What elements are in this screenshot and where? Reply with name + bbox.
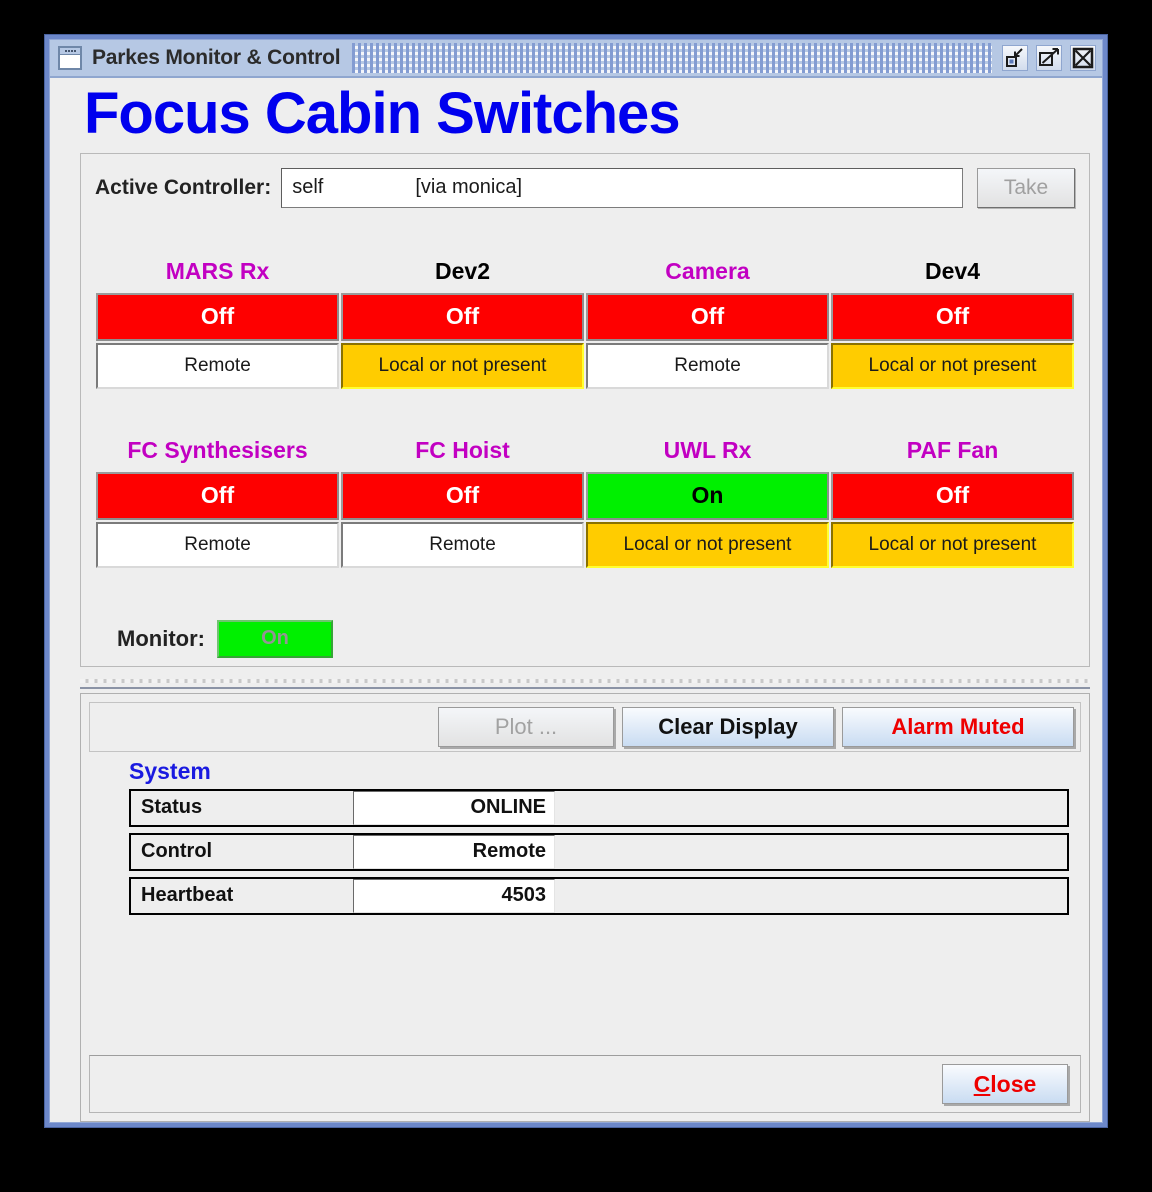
clear-display-button[interactable]: Clear Display xyxy=(622,706,834,747)
device-row-2-modes: Remote Remote Local or not present Local… xyxy=(95,520,1075,568)
system-heading: System xyxy=(129,757,211,784)
state-button-paf-fan[interactable]: Off xyxy=(831,471,1074,520)
footer-bar: Close xyxy=(89,1055,1081,1113)
switches-panel: Active Controller: self [via monica] Tak… xyxy=(80,152,1090,667)
alarm-muted-button[interactable]: Alarm Muted xyxy=(842,706,1074,747)
active-controller-via: [via monica] xyxy=(415,176,523,199)
device-row-1-states: Off Off Off Off xyxy=(95,292,1075,341)
device-name-fc-hoist: FC Hoist xyxy=(415,436,510,463)
system-key-heartbeat: Heartbeat xyxy=(141,884,234,907)
system-value-status: ONLINE xyxy=(353,790,555,825)
status-toolbar: Plot ... Clear Display Alarm Muted xyxy=(89,701,1081,752)
state-button-mars-rx[interactable]: Off xyxy=(96,292,339,341)
monitor-state-button[interactable]: On xyxy=(216,619,333,658)
system-key-status: Status xyxy=(141,796,203,819)
close-button[interactable]: Close xyxy=(942,1064,1068,1104)
system-key-control: Control xyxy=(141,840,213,863)
device-name-camera: Camera xyxy=(665,257,750,284)
page-title: Focus Cabin Switches xyxy=(84,81,681,146)
window-title: Parkes Monitor & Control xyxy=(92,46,341,69)
device-row-1-names: MARS Rx Dev2 Camera Dev4 xyxy=(95,258,1075,293)
monitor-row: Monitor: On xyxy=(117,619,1089,658)
mode-box-fc-hoist: Remote xyxy=(341,521,584,568)
system-row-filler xyxy=(555,879,1067,913)
split-pane-divider[interactable] xyxy=(80,674,1090,689)
system-value-heartbeat: 4503 xyxy=(353,878,555,913)
close-button-label: lose xyxy=(990,1070,1037,1097)
mode-box-camera: Remote xyxy=(586,342,829,389)
window-document-icon xyxy=(58,46,82,70)
mode-box-mars-rx: Remote xyxy=(96,342,339,389)
device-name-uwl-rx: UWL Rx xyxy=(663,436,752,463)
table-row: Heartbeat 4503 xyxy=(129,876,1069,915)
monitor-label: Monitor: xyxy=(117,625,205,651)
close-window-icon[interactable] xyxy=(1070,45,1096,71)
minimize-icon[interactable] xyxy=(1002,45,1028,71)
active-controller-label: Active Controller: xyxy=(95,175,272,199)
active-controller-field[interactable]: self [via monica] xyxy=(281,167,963,208)
close-button-mnemonic: C xyxy=(973,1070,991,1097)
active-controller-value: self xyxy=(292,176,324,199)
active-controller-row: Active Controller: self [via monica] Tak… xyxy=(81,154,1089,214)
device-name-dev2: Dev2 xyxy=(435,257,490,284)
mode-box-fc-synthesisers: Remote xyxy=(96,521,339,568)
title-bar: Parkes Monitor & Control xyxy=(50,40,1102,78)
mode-box-paf-fan: Local or not present xyxy=(831,521,1074,568)
system-row-filler xyxy=(555,791,1067,825)
device-name-dev4: Dev4 xyxy=(925,257,980,284)
title-bar-texture xyxy=(352,43,992,73)
state-button-uwl-rx[interactable]: On xyxy=(586,471,829,520)
state-button-camera[interactable]: Off xyxy=(586,292,829,341)
device-row-2-states: Off Off On Off xyxy=(95,471,1075,520)
plot-button[interactable]: Plot ... xyxy=(438,706,614,747)
device-row-2-names: FC Synthesisers FC Hoist UWL Rx PAF Fan xyxy=(95,437,1075,472)
state-button-dev4[interactable]: Off xyxy=(831,292,1074,341)
system-row-filler xyxy=(555,835,1067,869)
device-name-fc-synthesisers: FC Synthesisers xyxy=(127,436,308,463)
system-value-control: Remote xyxy=(353,834,555,869)
window-controls xyxy=(1002,45,1096,71)
table-row: Control Remote xyxy=(129,832,1069,871)
mode-box-uwl-rx: Local or not present xyxy=(586,521,829,568)
state-button-fc-hoist[interactable]: Off xyxy=(341,471,584,520)
mode-box-dev2: Local or not present xyxy=(341,342,584,389)
device-name-mars-rx: MARS Rx xyxy=(165,257,270,284)
device-row-1-modes: Remote Local or not present Remote Local… xyxy=(95,341,1075,389)
device-name-paf-fan: PAF Fan xyxy=(906,436,999,463)
state-button-dev2[interactable]: Off xyxy=(341,292,584,341)
application-window: Parkes Monitor & Control Focus Cabin Swi… xyxy=(44,34,1108,1128)
take-button[interactable]: Take xyxy=(977,167,1075,208)
status-panel: Plot ... Clear Display Alarm Muted Syste… xyxy=(80,692,1090,1122)
table-row: Status ONLINE xyxy=(129,788,1069,827)
state-button-fc-synthesisers[interactable]: Off xyxy=(96,471,339,520)
system-section: System Status ONLINE Control Remote Hear… xyxy=(129,758,1069,921)
window-inner: Parkes Monitor & Control Focus Cabin Swi… xyxy=(49,39,1103,1123)
mode-box-dev4: Local or not present xyxy=(831,342,1074,389)
maximize-icon[interactable] xyxy=(1036,45,1062,71)
